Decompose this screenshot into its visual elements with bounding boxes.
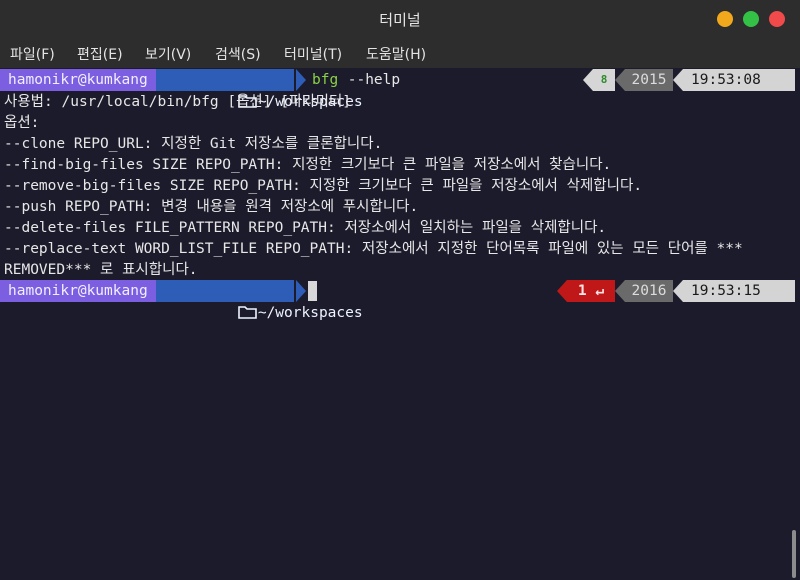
prompt-time: 19:53:15 [683, 280, 795, 302]
status-separator [615, 280, 625, 302]
menu-file[interactable]: 파일(F) [10, 44, 55, 64]
status-separator [583, 69, 593, 91]
folder-icon [238, 306, 257, 319]
prompt-line: hamonikr@kumkang ~/workspaces 1 ↵ 2016 1… [0, 280, 800, 321]
output-line: --push REPO_PATH: 변경 내용을 원격 저장소에 푸시합니다. [4, 199, 419, 215]
close-button[interactable] [769, 11, 785, 27]
output-line: 사용법: /usr/local/bin/bfg [옵션] [파라미터] [4, 94, 352, 110]
status-separator [673, 69, 683, 91]
menu-bar: 파일(F) 편집(E) 보기(V) 검색(S) 터미널(T) 도움말(H) [0, 38, 800, 69]
status-separator [615, 69, 625, 91]
prompt-user: hamonikr@kumkang [0, 280, 156, 302]
text-cursor [308, 281, 317, 301]
output-line: --clone REPO_URL: 지정한 Git 저장소를 클론합니다. [4, 136, 383, 152]
command-args: --help [339, 72, 401, 88]
status-separator [557, 280, 567, 302]
title-bar[interactable]: 터미널 [0, 0, 800, 38]
minimize-button[interactable] [717, 11, 733, 27]
command-name: bfg [312, 72, 339, 88]
output-line: --remove-big-files SIZE REPO_PATH: 지정한 크… [4, 178, 643, 194]
menu-search[interactable]: 검색(S) [215, 44, 261, 64]
scrollbar[interactable] [792, 530, 796, 578]
output-line: --replace-text WORD_LIST_FILE REPO_PATH:… [4, 241, 743, 257]
output-line: 옵션: [4, 115, 40, 131]
prompt-path-segment: ~/workspaces [156, 280, 363, 321]
prompt-line: hamonikr@kumkang ~/workspaces bfg --help… [0, 69, 800, 110]
prompt-user: hamonikr@kumkang [0, 69, 156, 91]
maximize-button[interactable] [743, 11, 759, 27]
output-line: REMOVED*** 로 표시합니다. [4, 262, 198, 278]
output-line: --delete-files FILE_PATTERN REPO_PATH: 저… [4, 220, 607, 236]
menu-help[interactable]: 도움말(H) [366, 44, 426, 64]
prompt-path-segment: ~/workspaces [156, 69, 363, 110]
window-title: 터미널 [379, 11, 421, 29]
history-number: 2015 [625, 69, 673, 91]
terminal-window: 터미널 파일(F) 편집(E) 보기(V) 검색(S) 터미널(T) 도움말(H… [0, 0, 800, 580]
output-line: --find-big-files SIZE REPO_PATH: 지정한 크기보… [4, 157, 612, 173]
prompt-time: 19:53:08 [683, 69, 795, 91]
exit-status: 8 [593, 69, 615, 91]
terminal-area[interactable]: hamonikr@kumkang ~/workspaces bfg --help… [0, 68, 800, 580]
menu-terminal[interactable]: 터미널(T) [284, 44, 342, 64]
menu-edit[interactable]: 편집(E) [77, 44, 123, 64]
prompt-separator [296, 280, 306, 302]
exit-status: 1 ↵ [567, 280, 615, 302]
status-separator [673, 280, 683, 302]
prompt-path: ~/workspaces [257, 305, 363, 321]
menu-view[interactable]: 보기(V) [145, 44, 191, 64]
prompt-separator [296, 69, 306, 91]
history-number: 2016 [625, 280, 673, 302]
